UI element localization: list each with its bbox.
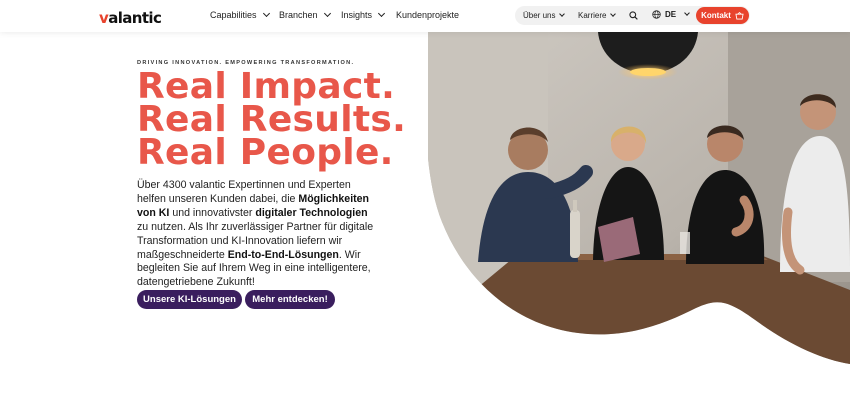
search-icon[interactable] (629, 11, 638, 20)
basket-icon (735, 11, 744, 20)
nav-capabilities[interactable]: Capabilities (210, 9, 270, 20)
nav-kundenprojekte[interactable]: Kundenprojekte (396, 10, 459, 20)
nav-label: Insights (341, 10, 373, 20)
kontakt-button[interactable]: Kontakt (696, 7, 749, 24)
nav-insights[interactable]: Insights (341, 9, 386, 20)
nav-label: Branchen (279, 10, 318, 20)
discover-more-button[interactable]: Mehr entdecken! (245, 290, 335, 309)
logo-text: alantic (108, 9, 162, 27)
nav-karriere[interactable]: Karriere (578, 11, 617, 20)
nav-label: Capabilities (210, 10, 257, 20)
valantic-logo[interactable]: valantic (99, 9, 162, 27)
nav-label: Karriere (578, 11, 607, 20)
intro-highlight: End-to-End-Lösungen (227, 248, 339, 261)
chevron-down-icon (323, 9, 331, 18)
nav-branchen[interactable]: Branchen (279, 9, 331, 20)
intro-highlight: digitaler Technologien (255, 206, 368, 219)
hero-intro-text: Über 4300 valantic Expertinnen und Exper… (137, 179, 377, 290)
intro-text: und innovativster (169, 206, 256, 219)
language-label: DE (665, 10, 677, 19)
ki-solutions-button[interactable]: Unsere KI-Lösungen (137, 290, 242, 309)
site-header: valantic Capabilities Branchen Insights … (0, 0, 850, 32)
language-selector[interactable]: DE (652, 10, 690, 19)
chevron-down-icon (610, 11, 617, 17)
kontakt-label: Kontakt (701, 11, 731, 20)
chevron-down-icon (262, 9, 270, 18)
headline-line-3: Real People. (137, 132, 394, 173)
hero-team-photo (428, 32, 850, 364)
chevron-down-icon (559, 11, 566, 17)
chevron-down-icon (377, 9, 386, 18)
team-meeting-image (428, 32, 850, 364)
nav-label: Kundenprojekte (396, 10, 460, 20)
nav-ueber-uns[interactable]: Über uns (523, 11, 566, 20)
chevron-down-icon (684, 10, 690, 16)
globe-icon (652, 10, 661, 19)
logo-accent-letter: v (99, 9, 109, 27)
hero-headline: Real Impact. Real Results. Real People. (137, 69, 406, 173)
nav-label: Über uns (523, 11, 556, 20)
